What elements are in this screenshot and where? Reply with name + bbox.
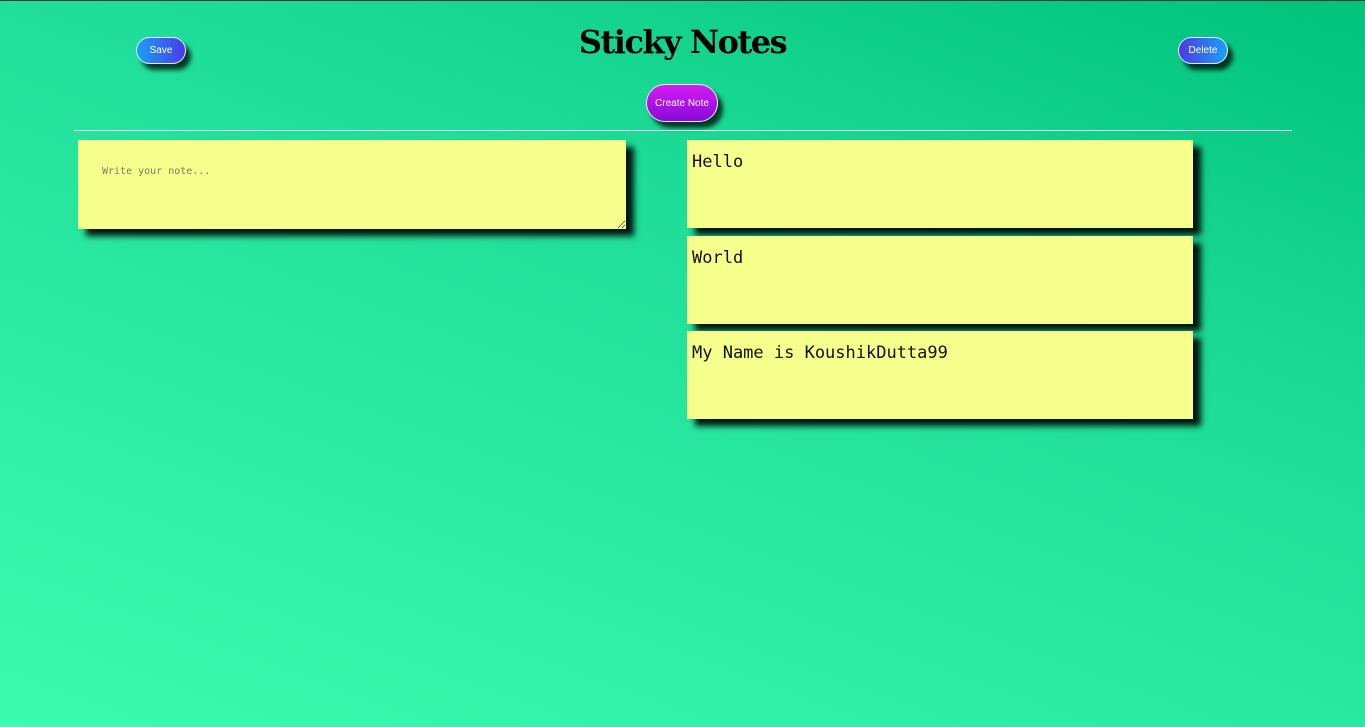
create-note-button[interactable]: Create Note	[646, 84, 718, 122]
page-title: Sticky Notes	[578, 23, 788, 61]
note-textarea[interactable]	[78, 140, 626, 229]
note-card[interactable]: Hello	[687, 140, 1193, 228]
header-divider	[74, 130, 1292, 131]
note-card[interactable]: World	[687, 236, 1193, 324]
delete-button[interactable]: Delete	[1178, 37, 1228, 64]
note-card[interactable]: My Name is KoushikDutta99	[687, 331, 1193, 419]
